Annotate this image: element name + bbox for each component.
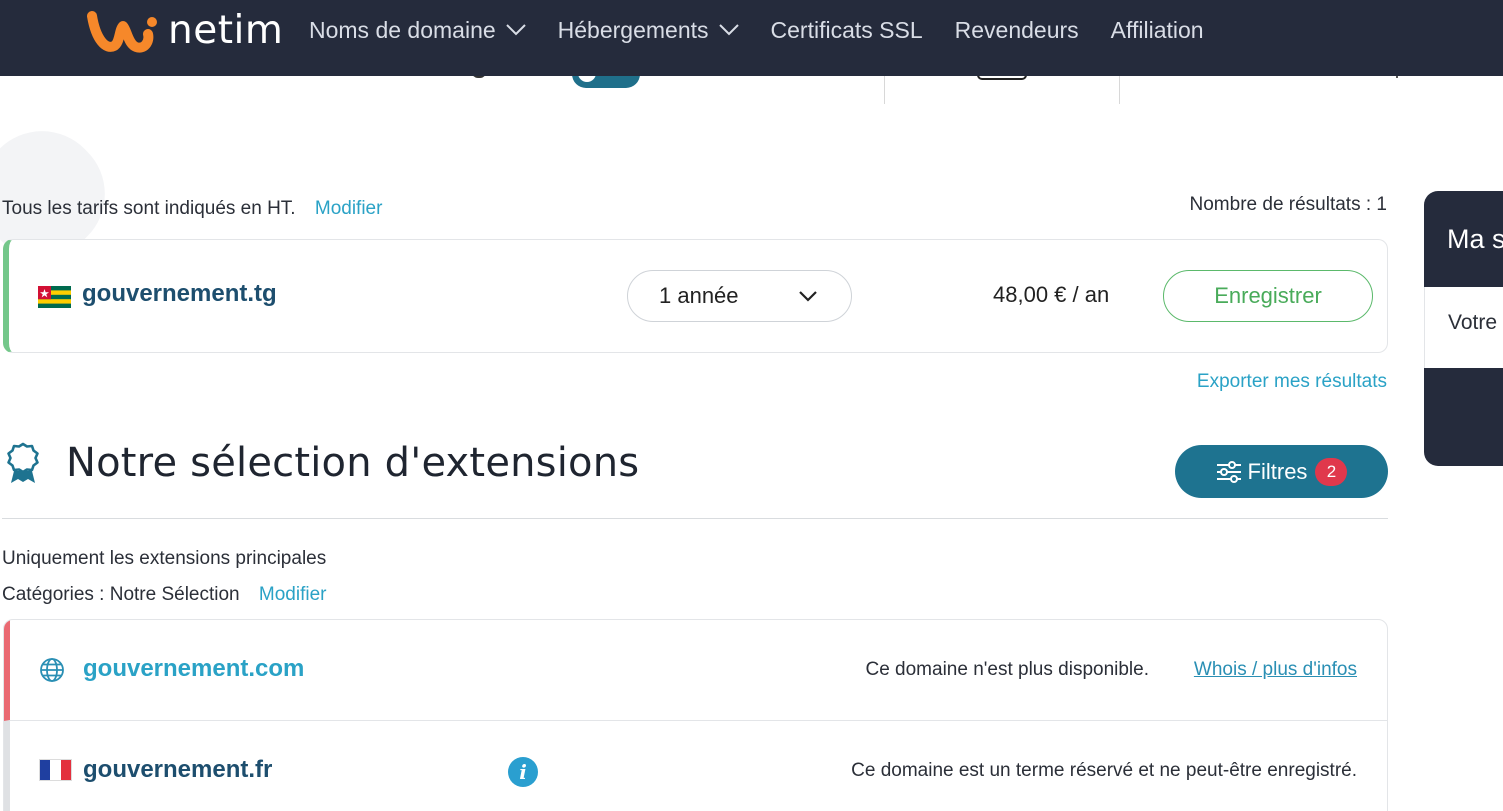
france-flag-icon <box>39 759 72 781</box>
nav-label: Noms de domaine <box>309 16 496 43</box>
pricing-note: Tous les tarifs sont indiqués en HT. Mod… <box>2 198 382 220</box>
filters-count-badge: 2 <box>1315 457 1348 486</box>
divider-vertical <box>884 76 885 104</box>
filters-button-label: Filtres <box>1247 458 1308 484</box>
list-item: gouvernement.fr i Ce domaine est un term… <box>4 721 1387 811</box>
globe-icon <box>40 658 64 682</box>
availability-status: Ce domaine est un terme réservé et ne pe… <box>851 760 1357 781</box>
nav-label: Hébergements <box>557 16 709 43</box>
nav-item-revendeurs[interactable]: Revendeurs <box>955 17 1079 44</box>
nav-label: Affiliation <box>1110 16 1204 43</box>
register-button[interactable]: Enregistrer <box>1163 270 1373 322</box>
chevron-down-icon <box>505 24 526 36</box>
results-count: Nombre de résultats : 1 <box>1189 194 1387 215</box>
modify-currency-link[interactable]: Modifier <box>315 198 383 219</box>
pricing-note-text: Tous les tarifs sont indiqués en HT. <box>2 198 296 219</box>
nav-item-affiliation[interactable]: Affiliation <box>1111 17 1204 44</box>
netim-logo-icon <box>87 11 157 53</box>
domain-name: gouvernement.tg <box>82 280 277 307</box>
side-panel-text: Votre <box>1448 311 1498 334</box>
netim-logo[interactable]: netim <box>86 6 283 54</box>
categories-line: Catégories : Notre Sélection Modifier <box>2 584 326 606</box>
availability-status: Ce domaine n'est plus disponible. <box>865 659 1149 680</box>
nav-label: Revendeurs <box>954 16 1079 43</box>
domain-name: gouvernement.fr <box>83 756 273 783</box>
side-panel-title: Ma s <box>1447 224 1503 254</box>
filter-summary: Uniquement les extensions principales <box>2 548 327 569</box>
side-panel-body: Votre <box>1424 287 1503 368</box>
filters-button[interactable]: Filtres 2 <box>1175 445 1388 498</box>
domain-result-card: gouvernement.tg 1 année 48,00 € / an Enr… <box>3 239 1388 353</box>
nav-item-hebergements[interactable]: Hébergements <box>558 17 739 44</box>
divider-vertical <box>1119 76 1120 104</box>
section-divider <box>2 518 1388 519</box>
cart-side-panel: Ma s Votre <box>1424 191 1503 466</box>
chevron-down-icon <box>718 24 739 36</box>
sliders-icon <box>1216 460 1241 483</box>
domain-name[interactable]: gouvernement.com <box>83 655 304 683</box>
categories-label: Catégories : Notre Sélection <box>2 584 240 605</box>
whois-link[interactable]: Whois / plus d'infos <box>1194 659 1357 681</box>
export-results-link[interactable]: Exporter mes résultats <box>1197 371 1387 393</box>
domain-price: 48,00 € / an <box>993 282 1110 307</box>
top-navigation-bar: netim Noms de domaine Hébergements Certi… <box>0 0 1503 76</box>
nav-label: Certificats SSL <box>770 16 923 43</box>
award-ribbon-icon <box>7 442 39 483</box>
togo-flag-icon <box>38 286 71 308</box>
selection-title: Notre sélection d'extensions <box>66 440 640 486</box>
modify-categories-link[interactable]: Modifier <box>259 584 327 605</box>
logo-text: netim <box>168 7 284 53</box>
nav-item-certificats-ssl[interactable]: Certificats SSL <box>771 17 923 44</box>
svg-text:i: i <box>519 760 527 784</box>
chevron-down-icon <box>799 291 817 302</box>
main-nav: Noms de domaine Hébergements Certificats… <box>309 14 1236 46</box>
nav-item-noms-de-domaine[interactable]: Noms de domaine <box>309 17 526 44</box>
period-select[interactable]: 1 année <box>627 270 852 322</box>
extensions-list: gouvernement.com Ce domaine n'est plus d… <box>3 619 1388 811</box>
list-item: gouvernement.com Ce domaine n'est plus d… <box>4 620 1387 721</box>
period-select-value: 1 année <box>659 283 739 308</box>
info-icon[interactable]: i <box>507 756 539 788</box>
